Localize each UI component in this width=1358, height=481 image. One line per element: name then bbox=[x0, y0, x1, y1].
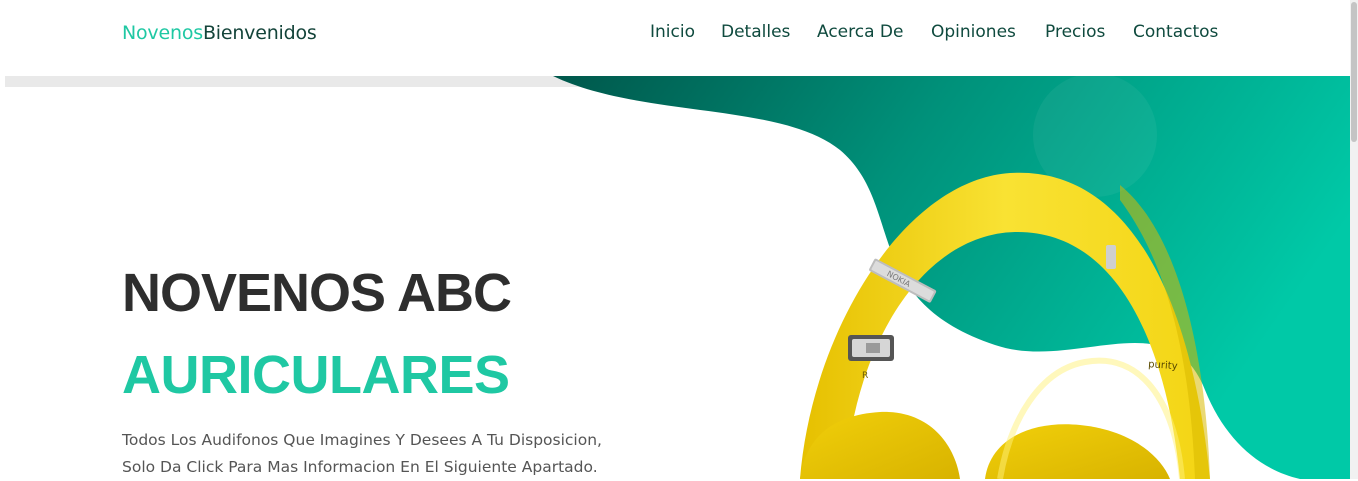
scrollbar-thumb[interactable] bbox=[1351, 2, 1357, 142]
hero-description-line-2: Solo Da Click Para Mas Informacion En El… bbox=[122, 458, 598, 476]
nav-link-detalles[interactable]: Detalles bbox=[721, 22, 790, 42]
hero-title-line-1: NOVENOS ABC bbox=[122, 263, 512, 323]
hero-description-line-1: Todos Los Audifonos Que Imagines Y Desee… bbox=[122, 431, 602, 449]
side-slider bbox=[848, 335, 894, 361]
nav-link-inicio[interactable]: Inicio bbox=[650, 22, 695, 42]
hero-title-line-2: AURICULARES bbox=[122, 345, 510, 405]
brand-logo[interactable]: NovenosBienvenidos bbox=[122, 22, 317, 44]
brand-part-1: Novenos bbox=[122, 22, 203, 44]
nav-link-opiniones[interactable]: Opiniones bbox=[931, 22, 1016, 42]
nav-link-precios[interactable]: Precios bbox=[1045, 22, 1105, 42]
right-hinge bbox=[1106, 245, 1116, 269]
nav-link-acerca-de[interactable]: Acerca De bbox=[817, 22, 903, 42]
headphone-model-text: purity bbox=[1148, 359, 1178, 372]
nav-link-contactos[interactable]: Contactos bbox=[1133, 22, 1218, 42]
navbar: NovenosBienvenidos Inicio Detalles Acerc… bbox=[0, 0, 1358, 74]
side-label: R bbox=[862, 371, 868, 381]
teal-wave-shape bbox=[553, 76, 1350, 479]
brand-part-2: Bienvenidos bbox=[202, 22, 317, 44]
hero-description: Todos Los Audifonos Que Imagines Y Desee… bbox=[122, 427, 682, 481]
